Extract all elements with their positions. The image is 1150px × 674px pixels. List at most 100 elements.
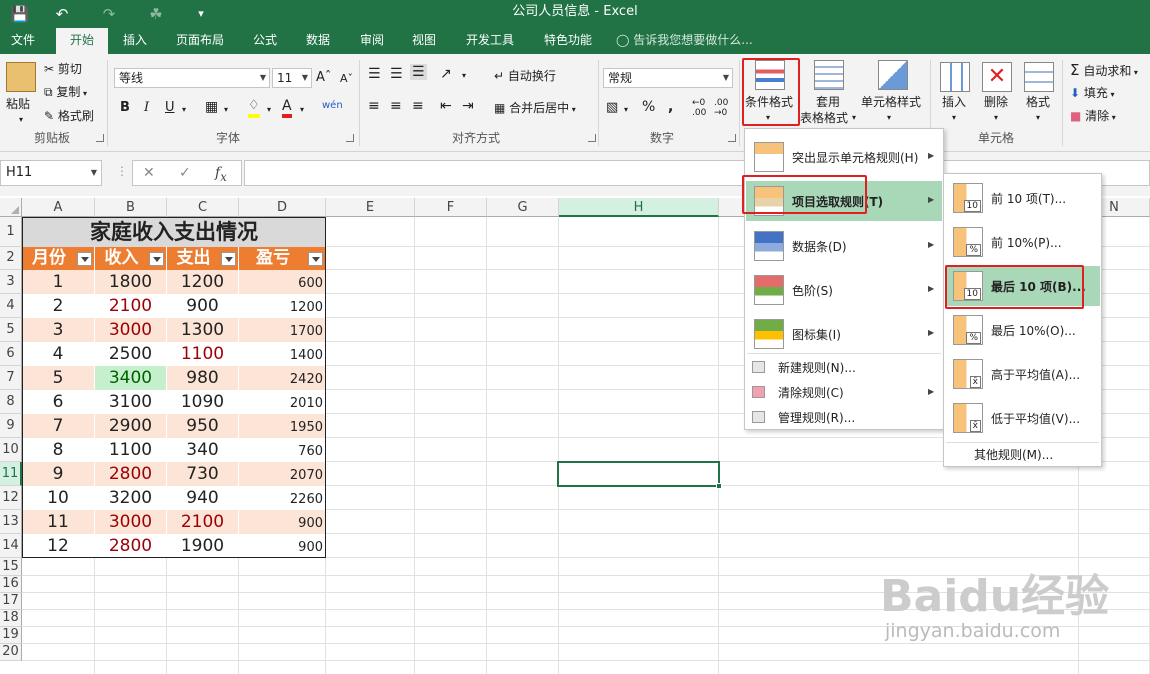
row-header[interactable]: 18: [0, 610, 22, 627]
column-header[interactable]: B: [95, 198, 167, 217]
cut-button[interactable]: ✂ 剪切: [44, 61, 82, 77]
menu-item-1[interactable]: 突出显示单元格规则(H) ▶: [746, 137, 942, 177]
row-header[interactable]: 6: [0, 342, 22, 366]
format-cells-icon[interactable]: [1024, 62, 1054, 92]
grow-font-icon[interactable]: Aˆ: [316, 70, 331, 86]
fill-handle[interactable]: [716, 483, 722, 489]
menu-item-3[interactable]: 数据条(D) ▶: [746, 226, 942, 266]
tab-home[interactable]: 开始: [56, 28, 108, 54]
table-cell[interactable]: 940: [167, 486, 239, 510]
delete-button[interactable]: 删除: [984, 94, 1008, 110]
row-header[interactable]: 1: [0, 217, 22, 247]
clear-button[interactable]: ■ 清除 ▾: [1070, 108, 1116, 126]
row-header[interactable]: 3: [0, 270, 22, 294]
fill-color-icon[interactable]: ♢: [248, 98, 260, 118]
phonetic-icon[interactable]: wén: [322, 98, 343, 114]
column-header[interactable]: D: [239, 198, 326, 217]
enter-icon[interactable]: ✓: [179, 165, 191, 181]
number-format-select[interactable]: 常规 ▼: [603, 68, 733, 88]
filter-dropdown-icon[interactable]: [308, 252, 323, 266]
table-cell[interactable]: 3400: [95, 366, 167, 390]
tab-insert[interactable]: 插入: [112, 28, 158, 54]
filter-dropdown-icon[interactable]: [221, 252, 236, 266]
wrap-text-button[interactable]: ↵ 自动换行: [494, 68, 556, 84]
font-name-select[interactable]: 等线 ▼: [114, 68, 270, 88]
percent-icon[interactable]: %: [642, 99, 655, 115]
comma-style-icon[interactable]: ,: [668, 99, 673, 115]
table-cell[interactable]: 900: [239, 510, 326, 534]
submenu-item-5[interactable]: x̄ 高于平均值(A)...: [945, 354, 1100, 394]
table-cell[interactable]: 10: [22, 486, 95, 510]
menu-item-4[interactable]: 色阶(S) ▶: [746, 270, 942, 310]
tab-data[interactable]: 数据: [296, 28, 340, 54]
filter-dropdown-icon[interactable]: [149, 252, 164, 266]
tab-formulas[interactable]: 公式: [244, 28, 286, 54]
submenu-item-4[interactable]: % 最后 10%(O)...: [945, 310, 1100, 350]
tab-page-layout[interactable]: 页面布局: [166, 28, 234, 54]
tab-view[interactable]: 视图: [402, 28, 446, 54]
cell-styles-button[interactable]: 单元格样式: [861, 94, 921, 110]
table-cell[interactable]: 1800: [95, 270, 167, 294]
merge-center-button[interactable]: ▦ 合并后居中 ▾: [494, 100, 576, 118]
align-center-icon[interactable]: ≡: [390, 98, 402, 114]
table-cell[interactable]: 1700: [239, 318, 326, 342]
name-box[interactable]: H11 ▼: [0, 160, 102, 186]
format-as-table-icon[interactable]: [814, 60, 844, 90]
underline-dropdown-icon[interactable]: ▾: [182, 102, 186, 118]
menu-item-7[interactable]: 清除规则(C) ▶: [746, 382, 942, 402]
table-cell[interactable]: 7: [22, 414, 95, 438]
submenu-item-1[interactable]: 10 前 10 项(T)...: [945, 178, 1100, 218]
table-cell[interactable]: 2800: [95, 462, 167, 486]
font-color-icon[interactable]: A: [282, 98, 292, 118]
table-cell[interactable]: 2800: [95, 534, 167, 558]
table-cell[interactable]: 2420: [239, 366, 326, 390]
other-rules-item[interactable]: 其他规则(M)...: [974, 446, 1053, 463]
delete-dropdown-icon[interactable]: ▾: [994, 110, 998, 126]
table-cell[interactable]: 1200: [167, 270, 239, 294]
table-cell[interactable]: 3000: [95, 318, 167, 342]
cancel-icon[interactable]: ✕: [143, 165, 155, 181]
format-button[interactable]: 格式: [1026, 94, 1050, 110]
table-cell[interactable]: 980: [167, 366, 239, 390]
cell-styles-dropdown-icon[interactable]: ▾: [887, 110, 891, 126]
autosum-button[interactable]: Σ 自动求和 ▾: [1070, 62, 1138, 81]
table-cell[interactable]: 6: [22, 390, 95, 414]
row-header[interactable]: 13: [0, 510, 22, 534]
row-header[interactable]: 17: [0, 593, 22, 610]
table-cell[interactable]: 4: [22, 342, 95, 366]
insert-function-icon[interactable]: fx: [215, 165, 227, 184]
align-middle-icon[interactable]: ☰: [390, 66, 403, 82]
row-header[interactable]: 10: [0, 438, 22, 462]
column-header[interactable]: C: [167, 198, 239, 217]
copy-button[interactable]: ⧉ 复制 ▾: [44, 84, 87, 102]
align-bottom-icon[interactable]: ☰: [410, 64, 427, 80]
table-cell[interactable]: 600: [239, 270, 326, 294]
font-color-dropdown-icon[interactable]: ▾: [300, 102, 304, 118]
table-cell[interactable]: 2100: [95, 294, 167, 318]
borders-dropdown-icon[interactable]: ▾: [224, 102, 228, 118]
font-launcher-icon[interactable]: [346, 134, 354, 142]
table-cell[interactable]: 3200: [95, 486, 167, 510]
italic-icon[interactable]: I: [144, 100, 149, 116]
row-header[interactable]: 11: [0, 462, 22, 486]
column-header[interactable]: A: [22, 198, 95, 217]
decrease-indent-icon[interactable]: ⇤: [440, 98, 452, 114]
table-cell[interactable]: 1950: [239, 414, 326, 438]
tab-file[interactable]: 文件: [0, 28, 46, 54]
table-cell[interactable]: 3: [22, 318, 95, 342]
table-cell[interactable]: 1400: [239, 342, 326, 366]
table-cell[interactable]: 1090: [167, 390, 239, 414]
increase-decimal-icon[interactable]: ←0.00: [692, 98, 706, 118]
table-cell[interactable]: 2100: [167, 510, 239, 534]
insert-cells-icon[interactable]: [940, 62, 970, 92]
table-cell[interactable]: 1: [22, 270, 95, 294]
table-cell[interactable]: 1900: [167, 534, 239, 558]
format-painter-button[interactable]: ✎ 格式刷: [44, 108, 94, 124]
increase-indent-icon[interactable]: ⇥: [462, 98, 474, 114]
table-cell[interactable]: 2010: [239, 390, 326, 414]
format-dropdown-icon[interactable]: ▾: [1036, 110, 1040, 126]
row-header[interactable]: 2: [0, 247, 22, 270]
row-header[interactable]: 14: [0, 534, 22, 558]
table-cell[interactable]: 5: [22, 366, 95, 390]
row-header[interactable]: 8: [0, 390, 22, 414]
